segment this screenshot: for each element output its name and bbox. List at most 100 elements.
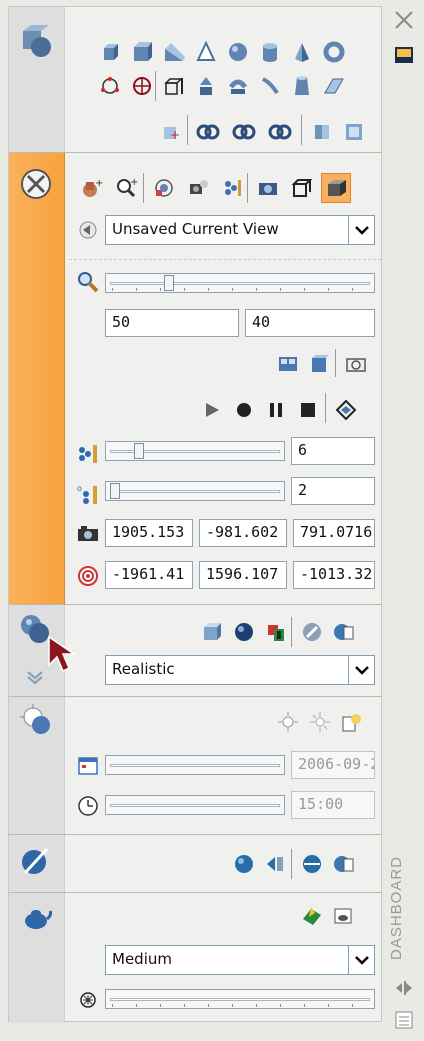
camera-y-field[interactable]: -981.602 [199, 519, 287, 547]
polysolid-icon[interactable] [97, 73, 123, 99]
wedge-solid-icon[interactable] [161, 39, 187, 65]
dashboard-palette: + + + Unsaved Current View 50 40 6 o 2 1… [8, 6, 382, 1023]
3d-pan-icon[interactable]: + [79, 175, 105, 201]
sweep-icon[interactable] [225, 73, 251, 99]
svg-text:+: + [130, 177, 138, 188]
render-preset-combo-value: Medium [112, 950, 172, 968]
save-motion-icon[interactable] [333, 397, 359, 423]
materials-icon [19, 845, 53, 879]
auto-hide-icon[interactable] [392, 976, 416, 1000]
box-icon[interactable] [97, 39, 123, 65]
visual-style-manager-icon[interactable] [331, 619, 357, 645]
wedge-icon[interactable] [129, 39, 155, 65]
cone-icon[interactable] [193, 39, 219, 65]
palette-titlebar: DASHBOARD [384, 0, 424, 1041]
union-icon[interactable] [195, 119, 221, 145]
time-field[interactable]: 15:00 [291, 791, 375, 819]
material-map-icon[interactable] [299, 851, 325, 877]
separator [291, 617, 292, 647]
pyramid-icon[interactable] [289, 39, 315, 65]
cylinder-icon[interactable] [257, 39, 283, 65]
zoom-slider[interactable] [105, 273, 375, 293]
view-combo[interactable]: Unsaved Current View [105, 215, 375, 245]
revolve-icon[interactable] [257, 73, 283, 99]
pause-icon[interactable] [263, 397, 289, 423]
chevron-down-icon[interactable] [348, 656, 374, 684]
teapot-icon [19, 901, 53, 935]
visual-style-3d-icon[interactable] [199, 619, 225, 645]
svg-text:+: + [170, 128, 180, 142]
target-z-field[interactable]: -1013.32 [293, 561, 375, 589]
stop-icon[interactable] [295, 397, 321, 423]
light-list-icon[interactable] [339, 709, 365, 735]
chevron-down-icon[interactable] [348, 946, 374, 974]
point-light-icon[interactable] [275, 709, 301, 735]
slider-thumb[interactable] [164, 275, 174, 291]
planar-surface-icon[interactable] [129, 73, 155, 99]
play-icon[interactable] [199, 397, 225, 423]
back-arrow-icon[interactable] [75, 217, 101, 243]
material-attach-icon[interactable] [263, 851, 289, 877]
slice-icon[interactable] [321, 73, 347, 99]
steps-per-second-field[interactable]: 2 [291, 477, 375, 505]
svg-text:o: o [77, 484, 82, 493]
separator [143, 173, 144, 203]
visual-style-combo[interactable]: Realistic [105, 655, 375, 685]
visual-style-color-icon[interactable] [263, 619, 289, 645]
camera-x-field[interactable]: 1905.153 [105, 519, 193, 547]
steps-per-second-icon: o [75, 481, 101, 507]
flatshot-icon[interactable] [341, 119, 367, 145]
render-window-icon[interactable] [331, 903, 357, 929]
sphere-icon[interactable] [225, 39, 251, 65]
step-size-slider[interactable] [105, 441, 285, 461]
close-icon[interactable] [392, 8, 416, 32]
sunlight-icon[interactable] [307, 709, 333, 735]
visual-style-edit-icon[interactable] [299, 619, 325, 645]
slider-thumb[interactable] [110, 483, 120, 499]
expand-chevron-icon[interactable] [25, 667, 45, 687]
cube-view-icon[interactable] [307, 351, 333, 377]
render-preset-combo[interactable]: Medium [105, 945, 375, 975]
3d-move-icon[interactable]: + [159, 119, 185, 145]
render-icon[interactable] [299, 903, 325, 929]
3d-make-icon [19, 25, 53, 59]
parallel-projection-icon[interactable] [289, 175, 315, 201]
camera-icon[interactable] [255, 175, 281, 201]
step-size-field[interactable]: 6 [291, 437, 375, 465]
film-strip-icon[interactable] [275, 351, 301, 377]
target-x-field[interactable]: -1961.41 [105, 561, 193, 589]
3d-fly-icon[interactable] [219, 175, 245, 201]
3d-zoom-icon[interactable]: + [113, 175, 139, 201]
date-field[interactable]: 2006-09-2 [291, 751, 375, 779]
camera-z-field[interactable]: 791.0716 [293, 519, 375, 547]
properties-icon[interactable] [392, 1008, 416, 1032]
monitor-icon[interactable] [392, 44, 416, 68]
visual-style-combo-value: Realistic [112, 660, 175, 678]
target-y-field[interactable]: 1596.107 [199, 561, 287, 589]
steps-per-second-slider[interactable] [105, 481, 285, 501]
panel-lights: 2006-09-2 15:00 [9, 697, 381, 835]
intersect-icon[interactable] [267, 119, 293, 145]
zoom-field-2[interactable]: 40 [245, 309, 375, 337]
zoom-field-1[interactable]: 50 [105, 309, 239, 337]
presspull-icon[interactable] [193, 73, 219, 99]
step-size-icon [75, 441, 101, 467]
camera-snapshot-icon[interactable] [343, 351, 369, 377]
loft-icon[interactable] [289, 73, 315, 99]
visual-style-sphere-icon[interactable] [231, 619, 257, 645]
3d-walk-icon[interactable] [185, 175, 211, 201]
extrude-icon[interactable] [161, 73, 187, 99]
time-slider[interactable] [105, 795, 285, 815]
section-plane-icon[interactable] [309, 119, 335, 145]
render-quality-slider[interactable] [105, 989, 375, 1009]
material-globe-icon[interactable] [231, 851, 257, 877]
perspective-projection-icon[interactable] [321, 173, 351, 203]
torus-icon[interactable] [321, 39, 347, 65]
materials-palette-icon[interactable] [331, 851, 357, 877]
3d-orbit-icon[interactable] [151, 175, 177, 201]
record-icon[interactable] [231, 397, 257, 423]
slider-thumb[interactable] [134, 443, 144, 459]
chevron-down-icon[interactable] [348, 216, 374, 244]
subtract-icon[interactable] [231, 119, 257, 145]
date-slider[interactable] [105, 755, 285, 775]
